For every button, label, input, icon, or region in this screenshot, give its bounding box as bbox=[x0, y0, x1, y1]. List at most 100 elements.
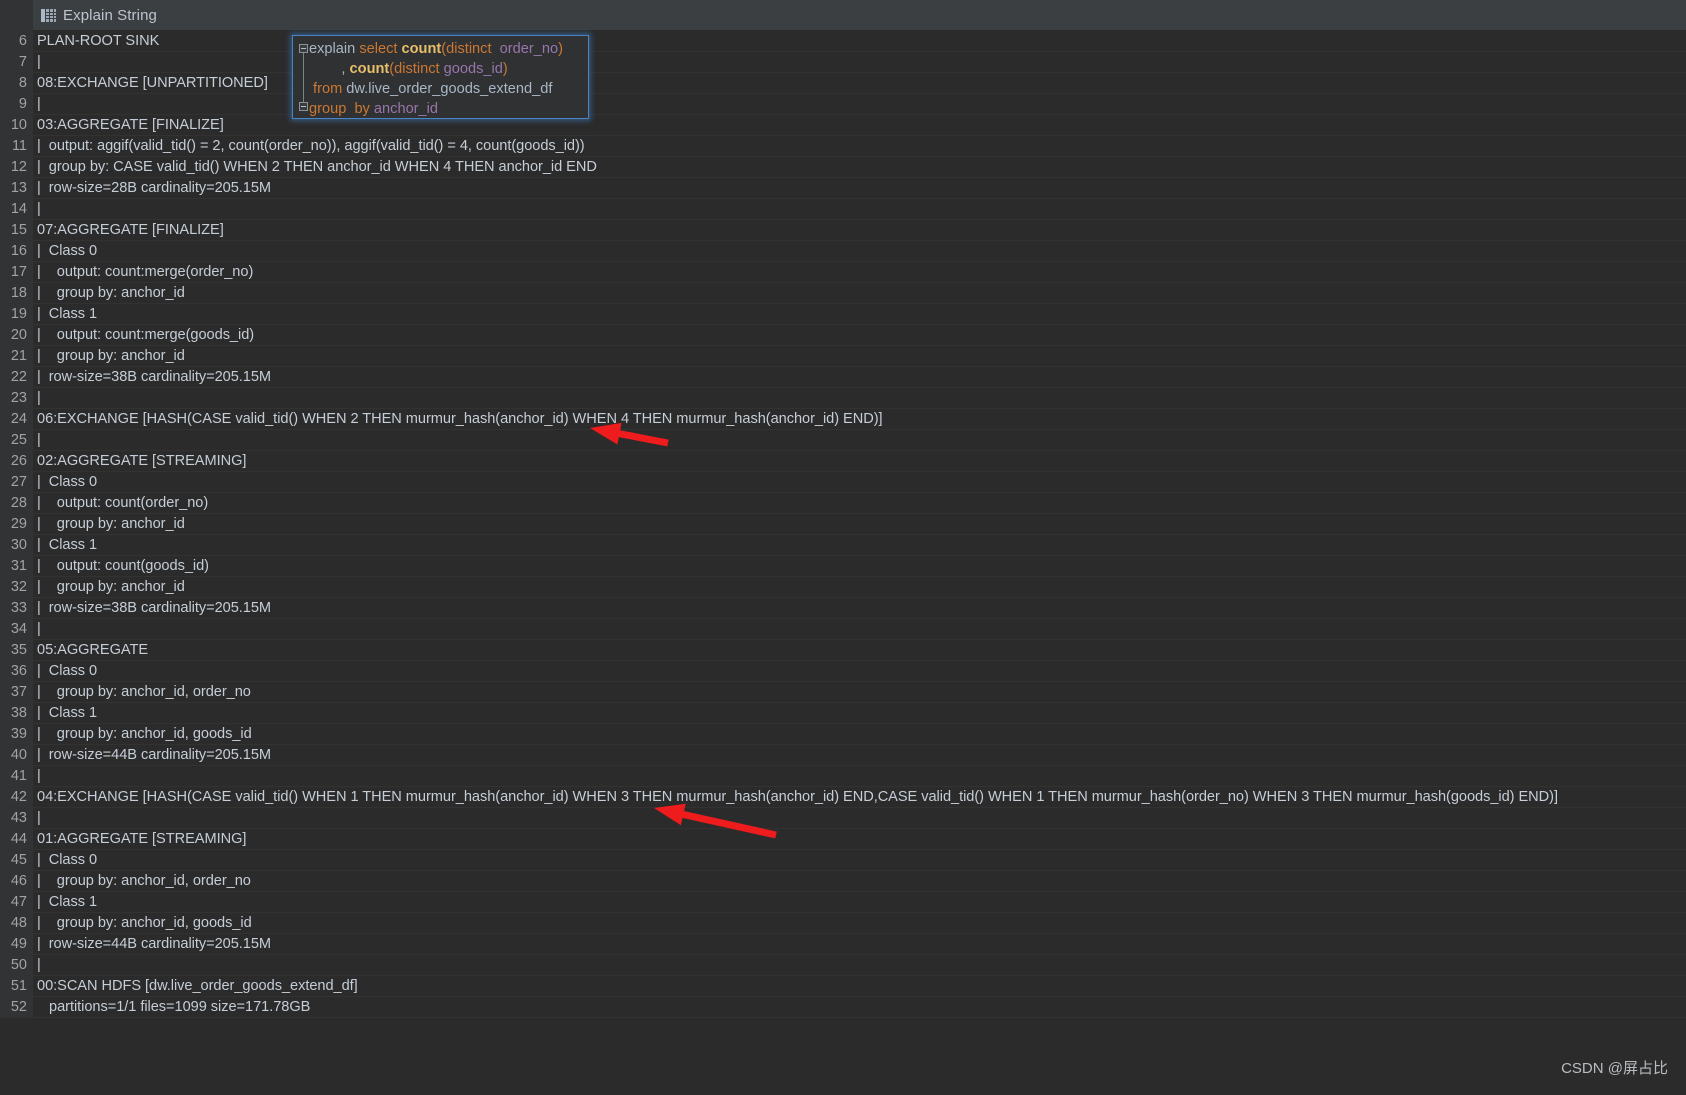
editor-line-row[interactable]: 28 | output: count(order_no) bbox=[0, 493, 1686, 514]
editor-line-row[interactable]: 11 | output: aggif(valid_tid() = 2, count… bbox=[0, 136, 1686, 157]
editor-line-row[interactable]: 24 06:EXCHANGE [HASH(CASE valid_tid() WHE… bbox=[0, 409, 1686, 430]
line-number: 51 bbox=[0, 976, 33, 996]
sql-token-kw: group bbox=[309, 101, 351, 117]
editor-line-row[interactable]: 42 04:EXCHANGE [HASH(CASE valid_tid() WHE… bbox=[0, 787, 1686, 808]
sql-token-kw: distinct bbox=[446, 41, 496, 57]
editor-line-row[interactable]: 45 | Class 0 bbox=[0, 850, 1686, 871]
line-number: 43 bbox=[0, 808, 33, 828]
line-number: 49 bbox=[0, 934, 33, 954]
line-number: 6 bbox=[0, 31, 33, 51]
line-number: 45 bbox=[0, 850, 33, 870]
line-number: 8 bbox=[0, 73, 33, 93]
line-content: | group by: anchor_id, order_no bbox=[37, 684, 251, 700]
editor-line-row[interactable]: 38 | Class 1 bbox=[0, 703, 1686, 724]
editor-line-row[interactable]: 8 08:EXCHANGE [UNPARTITIONED] bbox=[0, 73, 1686, 94]
editor-line-row[interactable]: 16 | Class 0 bbox=[0, 241, 1686, 262]
editor-line-row[interactable]: 25 | bbox=[0, 430, 1686, 451]
fold-collapse-icon-top[interactable] bbox=[299, 44, 308, 53]
line-number: 52 bbox=[0, 997, 33, 1017]
editor-line-row[interactable]: 51 00:SCAN HDFS [dw.live_order_goods_exte… bbox=[0, 976, 1686, 997]
line-number: 9 bbox=[0, 94, 33, 114]
line-content: | Class 1 bbox=[37, 306, 98, 322]
tab-explain-string[interactable]: Explain String bbox=[33, 0, 157, 31]
line-number: 23 bbox=[0, 388, 33, 408]
editor-line-row[interactable]: 15 07:AGGREGATE [FINALIZE] bbox=[0, 220, 1686, 241]
editor-line-row[interactable]: 47 | Class 1 bbox=[0, 892, 1686, 913]
editor-line-row[interactable]: 13 | row-size=28B cardinality=205.15M bbox=[0, 178, 1686, 199]
line-number: 20 bbox=[0, 325, 33, 345]
line-number: 13 bbox=[0, 178, 33, 198]
line-number: 50 bbox=[0, 955, 33, 975]
line-content: | group by: anchor_id, goods_id bbox=[37, 726, 252, 742]
editor-line-row[interactable]: 35 05:AGGREGATE bbox=[0, 640, 1686, 661]
line-content: 00:SCAN HDFS [dw.live_order_goods_extend… bbox=[37, 978, 358, 994]
line-content: | bbox=[37, 432, 41, 448]
editor-line-row[interactable]: 44 01:AGGREGATE [STREAMING] bbox=[0, 829, 1686, 850]
titlebar-gutter-spacer bbox=[0, 0, 33, 31]
line-number: 38 bbox=[0, 703, 33, 723]
line-number: 11 bbox=[0, 136, 33, 156]
editor-line-row[interactable]: 18 | group by: anchor_id bbox=[0, 283, 1686, 304]
line-content: | row-size=44B cardinality=205.15M bbox=[37, 747, 272, 763]
editor-line-row[interactable]: 7 | bbox=[0, 52, 1686, 73]
line-content: 07:AGGREGATE [FINALIZE] bbox=[37, 222, 224, 238]
editor-line-row[interactable]: 49 | row-size=44B cardinality=205.15M bbox=[0, 934, 1686, 955]
popup-sql-line: from dw.live_order_goods_extend_df bbox=[309, 79, 588, 99]
editor-line-row[interactable]: 39 | group by: anchor_id, goods_id bbox=[0, 724, 1686, 745]
editor-line-row[interactable]: 12 | group by: CASE valid_tid() WHEN 2 TH… bbox=[0, 157, 1686, 178]
editor-line-row[interactable]: 6 PLAN-ROOT SINK bbox=[0, 31, 1686, 52]
line-content: | bbox=[37, 96, 41, 112]
editor-line-row[interactable]: 41 | bbox=[0, 766, 1686, 787]
editor-line-row[interactable]: 19 | Class 1 bbox=[0, 304, 1686, 325]
sql-token-plain: dw.live_order_goods_extend_df bbox=[346, 81, 553, 97]
line-content: | output: count:merge(order_no) bbox=[37, 264, 254, 280]
popup-sql-line: group by anchor_id bbox=[309, 99, 588, 119]
line-number: 12 bbox=[0, 157, 33, 177]
tab-title-label: Explain String bbox=[63, 6, 157, 24]
editor-line-row[interactable]: 10 03:AGGREGATE [FINALIZE] bbox=[0, 115, 1686, 136]
editor-line-row[interactable]: 48 | group by: anchor_id, goods_id bbox=[0, 913, 1686, 934]
editor-line-row[interactable]: 20 | output: count:merge(goods_id) bbox=[0, 325, 1686, 346]
sql-source-popup: explain select count(distinct order_no) … bbox=[292, 35, 589, 119]
line-number: 7 bbox=[0, 52, 33, 72]
line-content: partitions=1/1 files=1099 size=171.78GB bbox=[37, 999, 311, 1015]
editor-line-row[interactable]: 23 | bbox=[0, 388, 1686, 409]
editor-line-row[interactable]: 33 | row-size=38B cardinality=205.15M bbox=[0, 598, 1686, 619]
editor-line-row[interactable]: 27 | Class 0 bbox=[0, 472, 1686, 493]
line-number: 33 bbox=[0, 598, 33, 618]
line-content: | bbox=[37, 768, 41, 784]
editor-line-row[interactable]: 46 | group by: anchor_id, order_no bbox=[0, 871, 1686, 892]
line-number: 28 bbox=[0, 493, 33, 513]
line-content: | group by: anchor_id bbox=[37, 348, 185, 364]
editor-line-row[interactable]: 31 | output: count(goods_id) bbox=[0, 556, 1686, 577]
editor-line-row[interactable]: 21 | group by: anchor_id bbox=[0, 346, 1686, 367]
editor-line-row[interactable]: 37 | group by: anchor_id, order_no bbox=[0, 682, 1686, 703]
line-content: | group by: anchor_id, goods_id bbox=[37, 915, 252, 931]
csdn-watermark: CSDN @屏占比 bbox=[1561, 1060, 1668, 1077]
editor-line-row[interactable]: 36 | Class 0 bbox=[0, 661, 1686, 682]
line-number: 27 bbox=[0, 472, 33, 492]
line-content: 05:AGGREGATE bbox=[37, 642, 149, 658]
editor-line-row[interactable]: 40 | row-size=44B cardinality=205.15M bbox=[0, 745, 1686, 766]
editor-line-row[interactable]: 9 | bbox=[0, 94, 1686, 115]
editor-line-row[interactable]: 34 | bbox=[0, 619, 1686, 640]
editor-line-row[interactable]: 26 02:AGGREGATE [STREAMING] bbox=[0, 451, 1686, 472]
line-number: 36 bbox=[0, 661, 33, 681]
editor-line-row[interactable]: 17 | output: count:merge(order_no) bbox=[0, 262, 1686, 283]
editor-line-row[interactable]: 30 | Class 1 bbox=[0, 535, 1686, 556]
editor-line-row[interactable]: 22 | row-size=38B cardinality=205.15M bbox=[0, 367, 1686, 388]
fold-region-line bbox=[303, 53, 304, 102]
editor-line-row[interactable]: 32 | group by: anchor_id bbox=[0, 577, 1686, 598]
line-content: | Class 1 bbox=[37, 705, 98, 721]
line-number: 18 bbox=[0, 283, 33, 303]
editor-line-row[interactable]: 50 | bbox=[0, 955, 1686, 976]
explain-plan-editor[interactable]: 6 PLAN-ROOT SINK 7 | 8 08:EXCHANGE [UNPARTITI… bbox=[0, 31, 1686, 1095]
editor-line-row[interactable]: 52 partitions=1/1 files=1099 size=171.78… bbox=[0, 997, 1686, 1018]
line-number: 17 bbox=[0, 262, 33, 282]
editor-line-row[interactable]: 14 | bbox=[0, 199, 1686, 220]
line-number: 42 bbox=[0, 787, 33, 807]
editor-line-row[interactable]: 43 | bbox=[0, 808, 1686, 829]
line-content: | group by: anchor_id, order_no bbox=[37, 873, 251, 889]
editor-line-row[interactable]: 29 | group by: anchor_id bbox=[0, 514, 1686, 535]
fold-collapse-icon-bottom[interactable] bbox=[299, 102, 308, 111]
